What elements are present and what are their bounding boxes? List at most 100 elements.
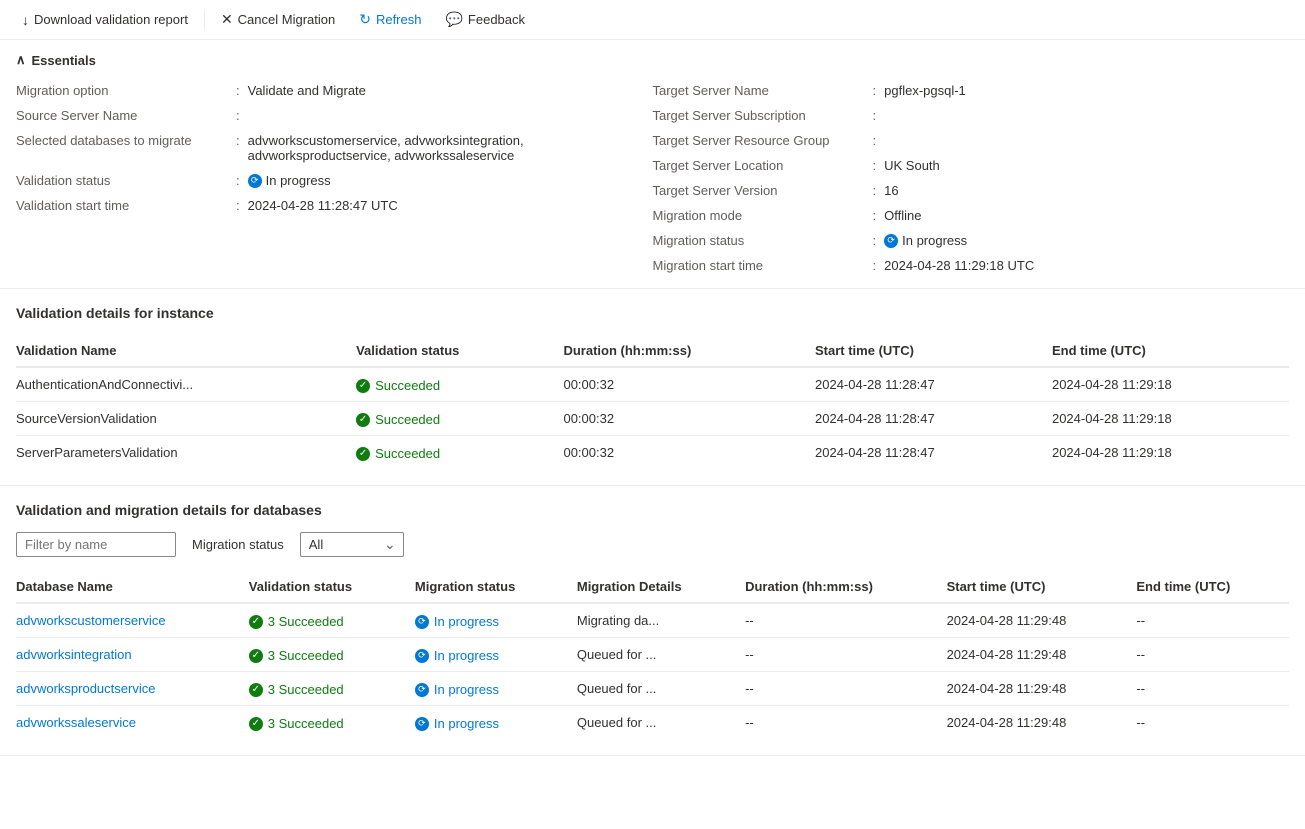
validation-status-cell: ✓ Succeeded (356, 367, 563, 402)
essentials-row: Migration start time : 2024-04-28 11:29:… (653, 255, 1290, 276)
essentials-value: 2024-04-28 11:29:18 UTC (884, 258, 1034, 273)
duration-cell: 00:00:32 (563, 367, 815, 402)
validation-instance-thead: Validation NameValidation statusDuration… (16, 335, 1289, 367)
start-time-cell: 2024-04-28 11:29:48 (947, 706, 1137, 740)
cancel-migration-button[interactable]: ✕ Cancel Migration (211, 7, 345, 32)
table-header-cell: Migration Details (577, 571, 745, 603)
colon: : (873, 133, 877, 148)
essentials-value: Validate and Migrate (248, 83, 366, 98)
database-name-cell[interactable]: advworksintegration (16, 638, 249, 672)
colon: : (236, 133, 240, 148)
val-status-cell: ✓ 3 Succeeded (249, 672, 415, 706)
filter-by-name-input[interactable] (16, 532, 176, 557)
table-header-cell: Start time (UTC) (815, 335, 1052, 367)
refresh-label: Refresh (376, 12, 422, 27)
essentials-row: Migration mode : Offline (653, 205, 1290, 226)
table-header-cell: Validation Name (16, 335, 356, 367)
table-row: advworksintegration ✓ 3 Succeeded ⟳ In p… (16, 638, 1289, 672)
mig-details-cell: Queued for ... (577, 706, 745, 740)
status-in-progress: ⟳ In progress (415, 614, 499, 629)
progress-icon: ⟳ (415, 717, 429, 731)
validation-instance-table: Validation NameValidation statusDuration… (16, 335, 1289, 469)
status-succeeded: ✓ Succeeded (356, 446, 440, 461)
migration-status-filter-wrapper: All In progress Succeeded Failed (300, 532, 404, 557)
feedback-button[interactable]: 💬 Feedback (435, 7, 535, 32)
database-name-link[interactable]: advworkscustomerservice (16, 613, 166, 628)
progress-icon: ⟳ (415, 683, 429, 697)
database-name-link[interactable]: advworksproductservice (16, 681, 155, 696)
essentials-value: advworkscustomerservice, advworksintegra… (248, 133, 653, 163)
essentials-row: Source Server Name : (16, 105, 653, 126)
migration-status-filter-label: Migration status (192, 537, 284, 552)
in-progress-icon: ⟳ (884, 234, 898, 248)
download-validation-report-button[interactable]: ↓ Download validation report (12, 8, 198, 32)
toolbar: ↓ Download validation report ✕ Cancel Mi… (0, 0, 1305, 40)
end-time-cell: 2024-04-28 11:29:18 (1052, 436, 1289, 470)
essentials-header[interactable]: ∧ Essentials (16, 52, 1289, 68)
essentials-label: Selected databases to migrate (16, 133, 236, 148)
duration-cell: -- (745, 672, 946, 706)
migration-status-filter-select[interactable]: All In progress Succeeded Failed (300, 532, 404, 557)
progress-icon: ⟳ (415, 649, 429, 663)
duration-cell: -- (745, 638, 946, 672)
essentials-label: Migration start time (653, 258, 873, 273)
feedback-icon: 💬 (445, 11, 462, 28)
mig-status-cell: ⟳ In progress (415, 672, 577, 706)
essentials-row: Target Server Location : UK South (653, 155, 1290, 176)
essentials-row: Target Server Resource Group : (653, 130, 1290, 151)
status-succeeded: ✓ Succeeded (356, 412, 440, 427)
table-header-cell: Database Name (16, 571, 249, 603)
status-succeeded: ✓ Succeeded (356, 378, 440, 393)
validation-databases-table: Database NameValidation status Migration … (16, 571, 1289, 739)
colon: : (873, 108, 877, 123)
mig-status-cell: ⟳ In progress (415, 603, 577, 638)
database-name-cell[interactable]: advworksproductservice (16, 672, 249, 706)
essentials-value: ⟳ In progress (248, 173, 331, 188)
refresh-button[interactable]: ↻ Refresh (349, 7, 431, 32)
cancel-icon: ✕ (221, 11, 233, 28)
colon: : (873, 158, 877, 173)
table-row: SourceVersionValidation ✓ Succeeded 00:0… (16, 402, 1289, 436)
check-icon: ✓ (356, 413, 370, 427)
essentials-row: Validation start time : 2024-04-28 11:28… (16, 195, 653, 216)
essentials-label: Target Server Version (653, 183, 873, 198)
status-succeeded: ✓ 3 Succeeded (249, 648, 344, 663)
table-header-cell: Start time (UTC) (947, 571, 1137, 603)
validation-instance-tbody: AuthenticationAndConnectivi... ✓ Succeed… (16, 367, 1289, 469)
val-status-cell: ✓ 3 Succeeded (249, 603, 415, 638)
essentials-label: Target Server Location (653, 158, 873, 173)
essentials-label: Migration status (653, 233, 873, 248)
check-icon: ✓ (356, 447, 370, 461)
database-name-cell[interactable]: advworkscustomerservice (16, 603, 249, 638)
check-icon: ✓ (249, 615, 263, 629)
in-progress-icon: ⟳ (248, 174, 262, 188)
status-succeeded: ✓ 3 Succeeded (249, 614, 344, 629)
database-name-link[interactable]: advworkssaleservice (16, 715, 136, 730)
essentials-value: Offline (884, 208, 921, 223)
colon: : (873, 258, 877, 273)
table-header-cell: Validation status (249, 571, 415, 603)
refresh-icon: ↻ (359, 11, 371, 28)
start-time-cell: 2024-04-28 11:28:47 (815, 367, 1052, 402)
table-header-cell: Duration (hh:mm:ss) (563, 335, 815, 367)
progress-icon: ⟳ (415, 615, 429, 629)
essentials-label: Source Server Name (16, 108, 236, 123)
essentials-label: Target Server Name (653, 83, 873, 98)
essentials-row: Validation status : ⟳ In progress (16, 170, 653, 191)
duration-cell: -- (745, 603, 946, 638)
essentials-row: Target Server Subscription : (653, 105, 1290, 126)
table-header-cell: End time (UTC) (1052, 335, 1289, 367)
mig-details-cell: Queued for ... (577, 672, 745, 706)
database-name-cell[interactable]: advworkssaleservice (16, 706, 249, 740)
validation-name-cell: AuthenticationAndConnectivi... (16, 367, 356, 402)
essentials-label: Migration mode (653, 208, 873, 223)
colon: : (236, 83, 240, 98)
table-row: AuthenticationAndConnectivi... ✓ Succeed… (16, 367, 1289, 402)
essentials-row: Migration option : Validate and Migrate (16, 80, 653, 101)
start-time-cell: 2024-04-28 11:29:48 (947, 638, 1137, 672)
mig-status-cell: ⟳ In progress (415, 638, 577, 672)
start-time-cell: 2024-04-28 11:28:47 (815, 402, 1052, 436)
database-name-link[interactable]: advworksintegration (16, 647, 132, 662)
essentials-title: Essentials (32, 53, 96, 68)
status-in-progress: ⟳ In progress (415, 682, 499, 697)
